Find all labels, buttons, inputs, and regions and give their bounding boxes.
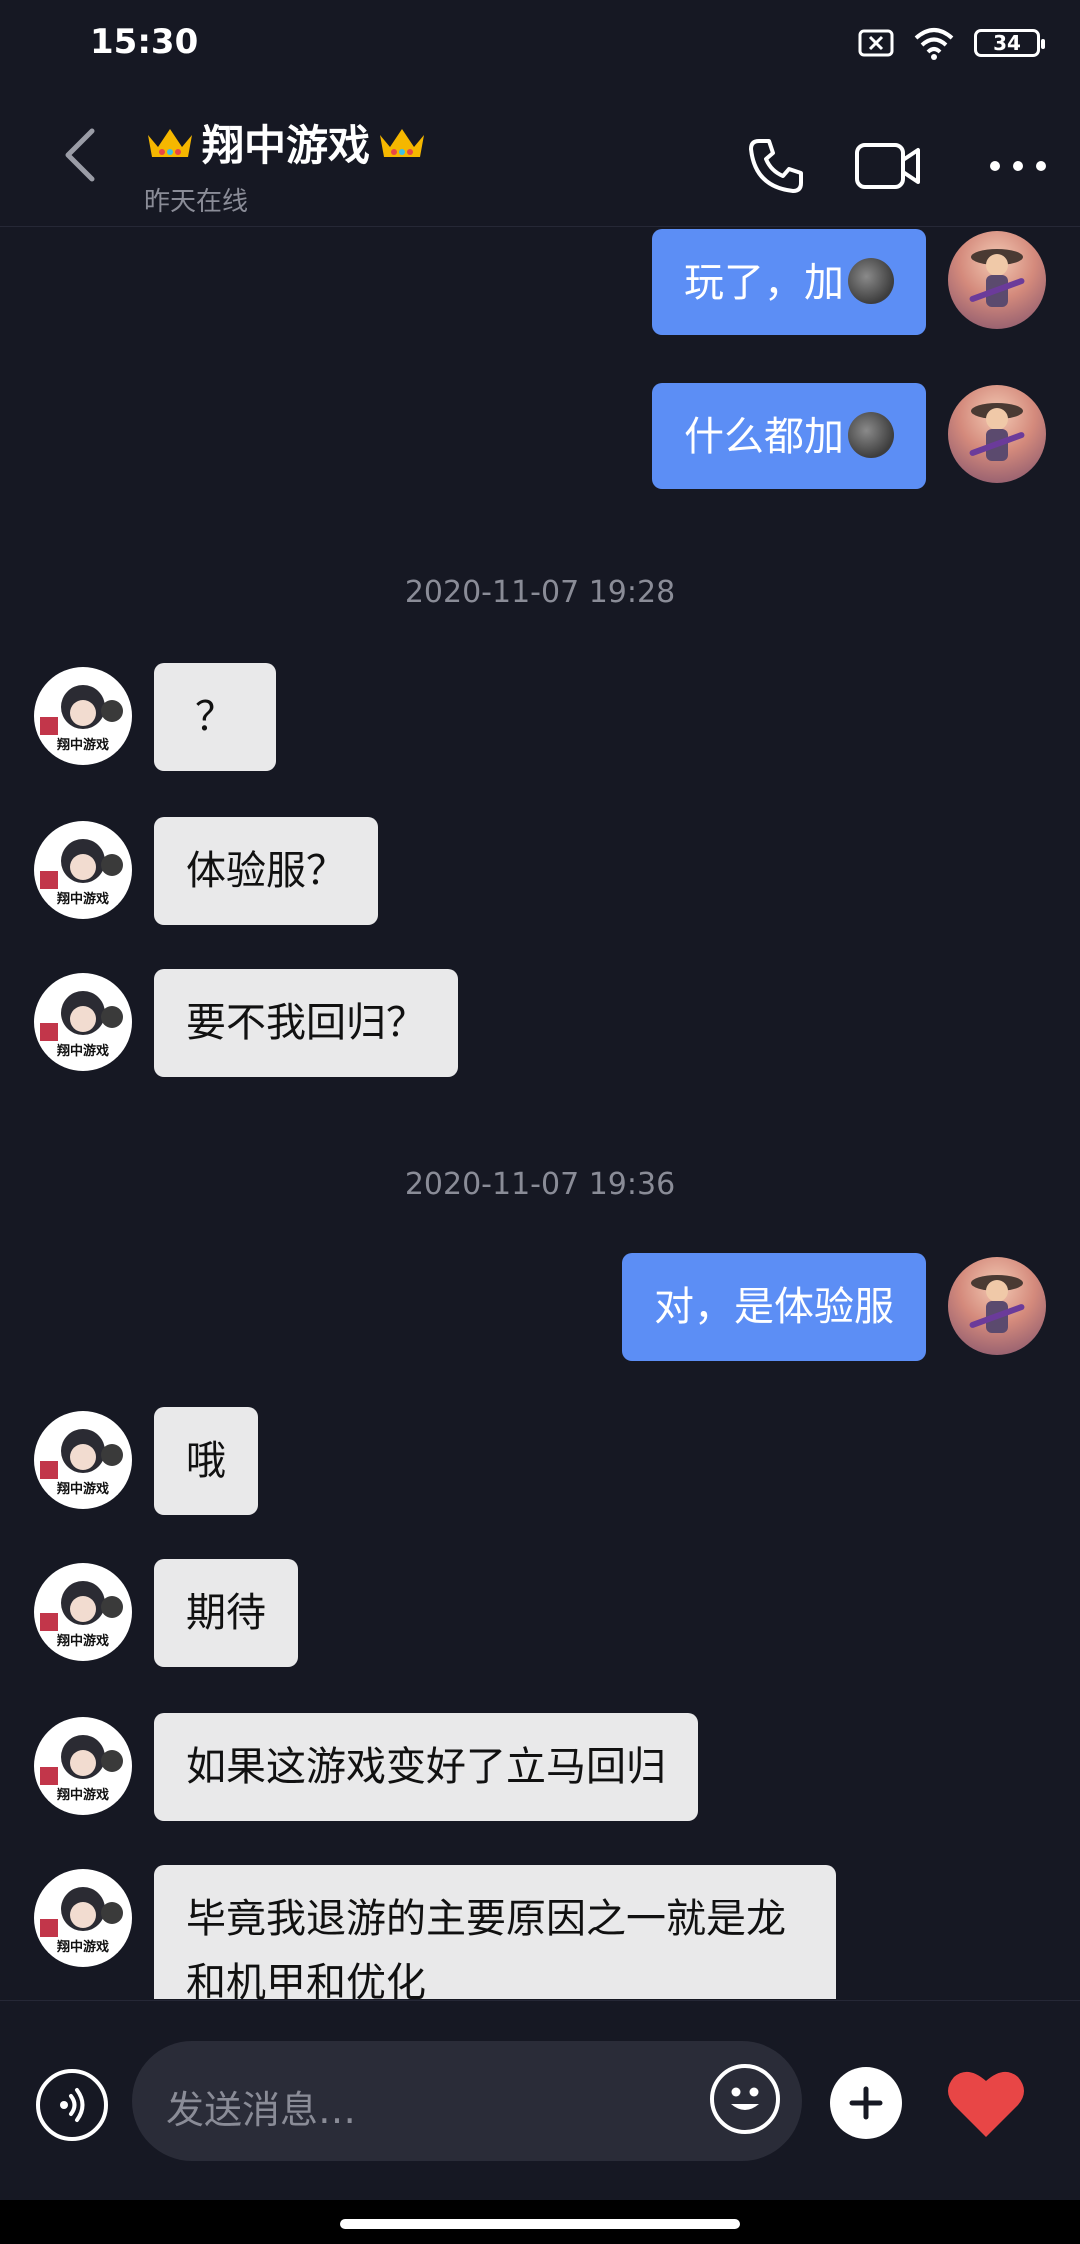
avatar-anime-icon: 翔中游戏: [40, 1887, 123, 1955]
message-bubble-other[interactable]: ？: [154, 663, 276, 771]
voice-call-button[interactable]: [740, 130, 812, 202]
avatar-anime-icon: 翔中游戏: [40, 1429, 123, 1497]
avatar-anime-icon: 翔中游戏: [40, 1581, 123, 1649]
avatar-other[interactable]: 翔中游戏: [34, 821, 132, 919]
contact-info[interactable]: 翔中游戏 昨天在线: [144, 112, 428, 218]
avatar-other[interactable]: 翔中游戏: [34, 1869, 132, 1967]
crown-icon: [380, 128, 425, 157]
message-bubble-self[interactable]: 什么都加: [652, 383, 926, 489]
battery-indicator: 34: [974, 29, 1045, 57]
avatar-other[interactable]: 翔中游戏: [34, 667, 132, 765]
message-bubble-other[interactable]: 要不我回归？: [154, 969, 458, 1077]
message-bubble-other[interactable]: 期待: [154, 1559, 298, 1667]
avatar-cowboy-icon: [969, 249, 1025, 307]
avatar-other[interactable]: 翔中游戏: [34, 1717, 132, 1815]
message-input-placeholder: 发送消息…: [166, 2088, 357, 2132]
svg-text:翔中游戏: 翔中游戏: [56, 737, 109, 753]
avatar-cowboy-icon: [969, 1275, 1025, 1333]
plus-icon: [849, 2086, 883, 2120]
svg-text:翔中游戏: 翔中游戏: [56, 1787, 109, 1803]
voice-wave-icon: [60, 2088, 85, 2122]
back-button[interactable]: [50, 120, 110, 190]
like-button[interactable]: [942, 2063, 1030, 2143]
avatar-self[interactable]: [948, 385, 1046, 483]
voice-input-button[interactable]: [36, 2069, 108, 2141]
emoji-button[interactable]: [710, 2064, 780, 2134]
message-bubble-other[interactable]: 如果这游戏变好了立马回归: [154, 1713, 698, 1821]
avatar-self[interactable]: [948, 1257, 1046, 1355]
status-time: 15:30: [90, 22, 199, 62]
online-status: 昨天在线: [144, 187, 249, 217]
avatar-cowboy-icon: [969, 403, 1025, 461]
avatar-other[interactable]: 翔中游戏: [34, 973, 132, 1071]
chat-header: 翔中游戏 昨天在线: [0, 90, 1080, 227]
message-bubble-self[interactable]: 对，是体验服: [622, 1253, 926, 1361]
svg-text:翔中游戏: 翔中游戏: [56, 1481, 109, 1497]
message-bubble-other[interactable]: 毕竟我退游的主要原因之一就是龙和机甲和优化: [154, 1865, 836, 1999]
crown-icon: [148, 128, 192, 157]
avatar-self[interactable]: [948, 231, 1046, 329]
timestamp: 2020-11-07 19:28: [404, 575, 676, 610]
wifi-icon: [914, 28, 954, 60]
avatar-other[interactable]: 翔中游戏: [34, 1563, 132, 1661]
moon-emoji-icon: [848, 412, 894, 458]
svg-text:翔中游戏: 翔中游戏: [56, 891, 109, 907]
phone-icon: [749, 139, 803, 193]
smiley-icon: [731, 2087, 759, 2110]
no-sim-icon: [858, 29, 894, 57]
svg-text:翔中游戏: 翔中游戏: [56, 1939, 109, 1955]
avatar-anime-icon: 翔中游戏: [40, 685, 123, 753]
avatar-other[interactable]: 翔中游戏: [34, 1411, 132, 1509]
contact-name-text: 翔中游戏: [202, 121, 371, 170]
avatar-anime-icon: 翔中游戏: [40, 991, 123, 1059]
more-dots-icon: [990, 161, 1046, 171]
svg-text:翔中游戏: 翔中游戏: [56, 1043, 109, 1059]
message-bubble-self[interactable]: 玩了，加: [652, 229, 926, 335]
status-bar: 15:30 34: [0, 0, 1080, 90]
svg-text:翔中游戏: 翔中游戏: [56, 1633, 109, 1649]
timestamp: 2020-11-07 19:36: [404, 1167, 676, 1202]
message-bubble-other[interactable]: 哦: [154, 1407, 258, 1515]
avatar-anime-icon: 翔中游戏: [40, 1735, 123, 1803]
heart-icon: [948, 2071, 1024, 2137]
message-input[interactable]: 发送消息…: [132, 2041, 802, 2161]
video-camera-icon: [855, 143, 920, 189]
status-icons: 34: [858, 26, 1045, 60]
message-list[interactable]: 玩了，加 什么都加 2020-11-07 19:28 翔中游戏 ？ 翔中游戏 体…: [0, 227, 1080, 1999]
moon-emoji-icon: [848, 258, 894, 304]
home-indicator[interactable]: [340, 2219, 740, 2229]
chevron-left-icon: [65, 128, 95, 182]
add-attachment-button[interactable]: [830, 2067, 902, 2139]
message-bubble-other[interactable]: 体验服？: [154, 817, 378, 925]
avatar-anime-icon: 翔中游戏: [40, 839, 123, 907]
composer-bar: 发送消息…: [0, 2000, 1080, 2201]
contact-name: 翔中游戏: [144, 112, 428, 173]
more-options-button[interactable]: [982, 130, 1054, 202]
video-call-button[interactable]: [852, 130, 924, 202]
